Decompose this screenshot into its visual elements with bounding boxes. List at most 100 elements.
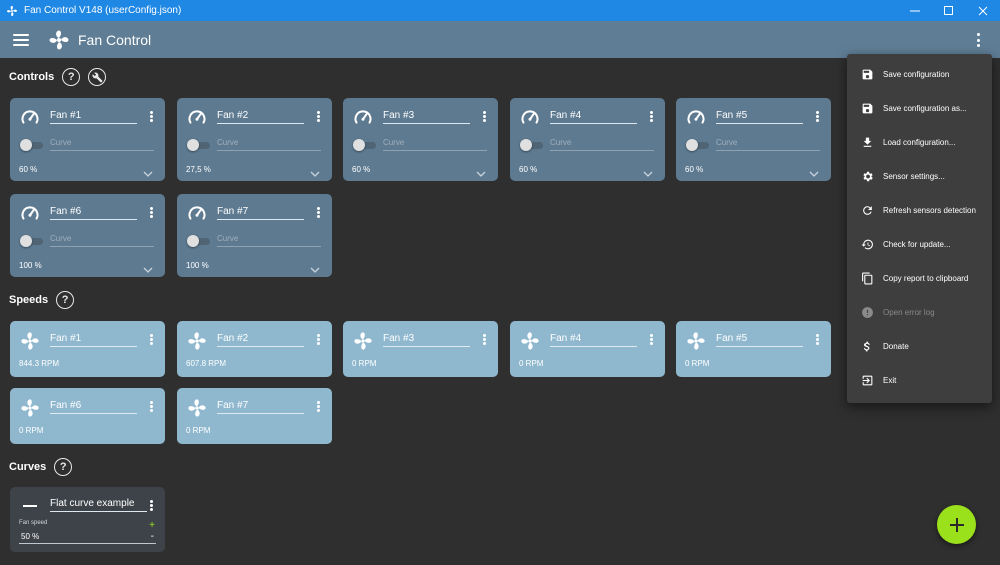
more-vert-icon[interactable] [976,33,980,47]
wrench-icon[interactable] [88,68,107,86]
chevron-down-icon[interactable] [310,261,320,273]
enable-toggle[interactable] [187,139,212,151]
curve-select[interactable]: Curve [50,138,154,151]
chevron-down-icon[interactable] [809,165,819,177]
more-vert-icon[interactable] [150,500,153,511]
more-vert-icon[interactable] [150,111,153,122]
enable-toggle[interactable] [187,235,212,247]
curve-select[interactable]: Curve [217,138,321,151]
menu-item-donate[interactable]: Donate [847,336,992,356]
enable-toggle[interactable] [20,139,45,151]
speed-name-field[interactable]: Fan #1 [50,333,137,347]
control-name-field[interactable]: Fan #2 [217,110,304,124]
speed-name-field[interactable]: Fan #4 [550,333,637,347]
control-name-field[interactable]: Fan #1 [50,110,137,124]
control-card[interactable]: Fan #1 Curve 60 % [10,98,165,181]
control-card[interactable]: Fan #5 Curve 60 % [676,98,831,181]
control-card[interactable]: Fan #4 Curve 60 % [510,98,665,181]
decrement-button[interactable]: - [151,531,154,542]
save-icon [860,67,874,81]
help-icon[interactable]: ? [56,291,75,309]
menu-item-copy-report[interactable]: Copy report to clipboard [847,268,992,288]
chevron-down-icon[interactable] [143,165,153,177]
enable-toggle[interactable] [353,139,378,151]
speed-card[interactable]: Fan #2 607.8 RPM [177,321,332,377]
curve-select[interactable]: Curve [550,138,654,151]
menu-item-load-configuration[interactable]: Load configuration... [847,132,992,152]
fan-speed-input[interactable]: 50 % [19,532,156,544]
menu-item-save-configuration[interactable]: Save configuration [847,64,992,84]
menu-item-open-error-log[interactable]: Open error log [847,302,992,322]
menu-item-check-for-update[interactable]: Check for update... [847,234,992,254]
hamburger-icon[interactable] [13,33,29,46]
control-name-field[interactable]: Fan #4 [550,110,637,124]
fan-icon [353,331,373,351]
chevron-down-icon[interactable] [643,165,653,177]
gauge-icon [187,204,207,224]
control-name-field[interactable]: Fan #6 [50,206,137,220]
chevron-down-icon[interactable] [476,165,486,177]
control-card[interactable]: Fan #7 Curve 100 % [177,194,332,277]
speed-name-field[interactable]: Fan #2 [217,333,304,347]
speed-name-field[interactable]: Fan #3 [383,333,470,347]
curve-select[interactable]: Curve [217,234,321,247]
minimize-button[interactable] [898,0,932,21]
speed-name-field[interactable]: Fan #7 [217,400,304,414]
fan-icon [20,331,40,351]
fan-logo-icon [49,30,69,49]
enable-toggle[interactable] [686,139,711,151]
chevron-down-icon[interactable] [143,261,153,273]
menu-item-save-configuration-as[interactable]: Save configuration as... [847,98,992,118]
more-vert-icon[interactable] [150,207,153,218]
more-vert-icon[interactable] [816,111,819,122]
menu-item-exit[interactable]: Exit [847,370,992,390]
speed-card[interactable]: Fan #5 0 RPM [676,321,831,377]
enable-toggle[interactable] [520,139,545,151]
speed-card[interactable]: Fan #6 0 RPM [10,388,165,444]
more-vert-icon[interactable] [317,207,320,218]
more-vert-icon[interactable] [650,334,653,345]
window-titlebar[interactable]: Fan Control V148 (userConfig.json) [0,0,1000,21]
maximize-button[interactable] [932,0,966,21]
more-vert-icon[interactable] [317,334,320,345]
more-vert-icon[interactable] [150,401,153,412]
more-vert-icon[interactable] [317,111,320,122]
control-card[interactable]: Fan #3 Curve 60 % [343,98,498,181]
rpm-value: 0 RPM [186,426,211,435]
chevron-down-icon[interactable] [310,165,320,177]
curve-name-field[interactable]: Flat curve example [50,498,147,512]
control-name-field[interactable]: Fan #3 [383,110,470,124]
add-button[interactable] [937,505,976,544]
fan-speed-label: Fan speed [19,520,48,526]
control-card[interactable]: Fan #6 Curve 100 % [10,194,165,277]
curve-select[interactable]: Curve [383,138,487,151]
speed-name-field[interactable]: Fan #6 [50,400,137,414]
help-icon[interactable]: ? [62,68,81,86]
more-vert-icon[interactable] [317,401,320,412]
speed-name-field[interactable]: Fan #5 [716,333,803,347]
curves-title: Curves [9,461,47,473]
more-vert-icon[interactable] [150,334,153,345]
more-vert-icon[interactable] [650,111,653,122]
menu-item-sensor-settings[interactable]: Sensor settings... [847,166,992,186]
speed-card[interactable]: Fan #4 0 RPM [510,321,665,377]
curve-card[interactable]: Flat curve example Fan speed 50 % + - [10,487,165,552]
close-button[interactable] [966,0,1000,21]
more-vert-icon[interactable] [483,334,486,345]
speed-card[interactable]: Fan #7 0 RPM [177,388,332,444]
control-name-field[interactable]: Fan #5 [716,110,803,124]
more-vert-icon[interactable] [483,111,486,122]
control-card[interactable]: Fan #2 Curve 27,5 % [177,98,332,181]
speed-card[interactable]: Fan #3 0 RPM [343,321,498,377]
more-vert-icon[interactable] [816,334,819,345]
menu-item-refresh-sensors[interactable]: Refresh sensors detection [847,200,992,220]
gauge-icon [20,108,40,128]
enable-toggle[interactable] [20,235,45,247]
curve-select[interactable]: Curve [716,138,820,151]
curve-select[interactable]: Curve [50,234,154,247]
speed-card[interactable]: Fan #1 844.3 RPM [10,321,165,377]
control-name-field[interactable]: Fan #7 [217,206,304,220]
increment-button[interactable]: + [149,520,155,531]
rpm-value: 0 RPM [352,359,377,368]
help-icon[interactable]: ? [54,458,73,476]
